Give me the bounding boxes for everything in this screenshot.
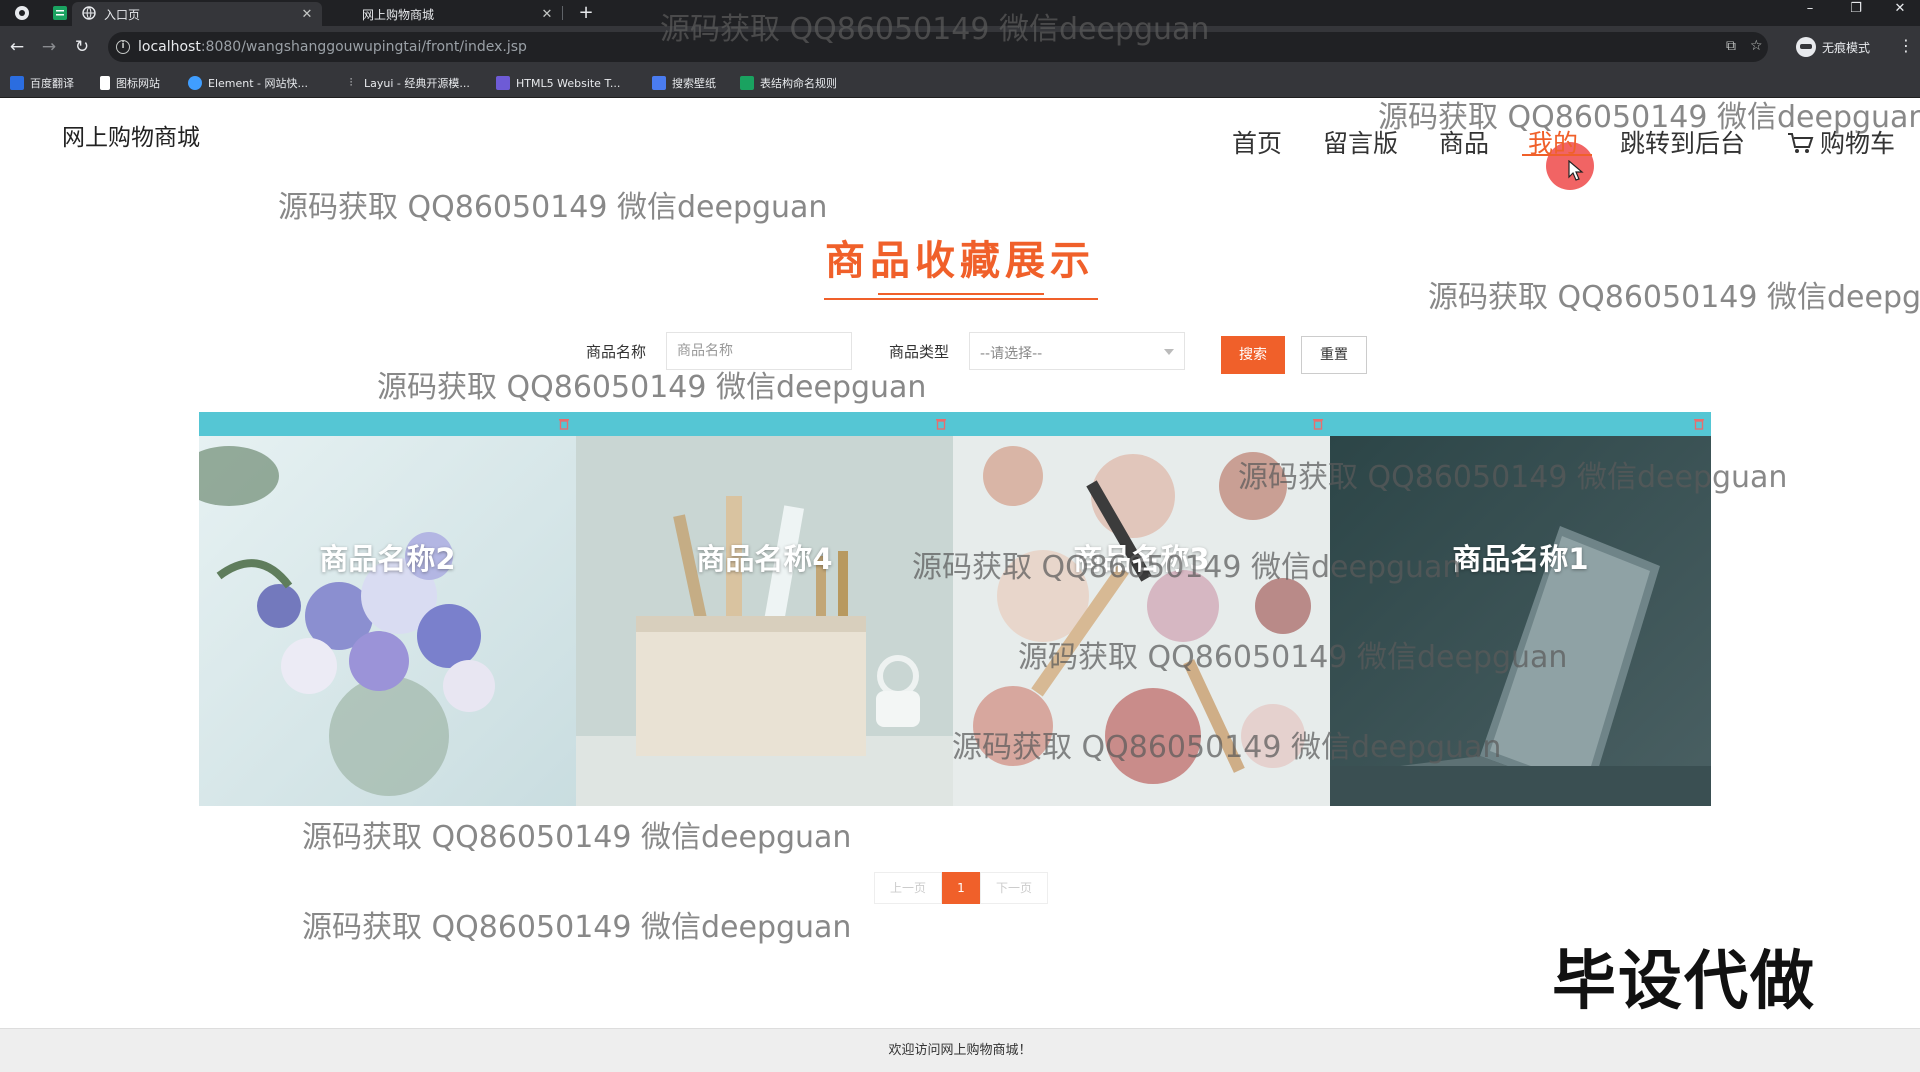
bookmark-item[interactable]: 搜索壁纸 bbox=[652, 75, 716, 91]
flag-icon bbox=[100, 76, 110, 90]
restore-button[interactable]: ❐ bbox=[1836, 0, 1876, 20]
incognito-icon bbox=[1796, 37, 1816, 57]
page-number-button[interactable]: 1 bbox=[942, 872, 980, 904]
minimize-button[interactable]: – bbox=[1790, 0, 1830, 20]
wallpaper-icon bbox=[652, 76, 666, 90]
info-icon[interactable]: i bbox=[116, 40, 130, 54]
tab-separator bbox=[562, 6, 563, 20]
card-header-bar bbox=[1330, 412, 1711, 436]
watermark: 源码获取 QQ86050149 微信deepguan bbox=[1018, 640, 1568, 675]
bookmark-item[interactable]: 图标网站 bbox=[100, 75, 160, 91]
title-underline-inner bbox=[878, 293, 1044, 295]
nav-home[interactable]: 首页 bbox=[1232, 124, 1282, 160]
promo-text: 毕设代做 bbox=[1552, 945, 1816, 1019]
trash-icon[interactable] bbox=[1312, 417, 1324, 430]
next-page-button[interactable]: 下一页 bbox=[980, 872, 1048, 904]
product-name[interactable]: 商品名称4 bbox=[576, 536, 953, 578]
watermark: 源码获取 QQ86050149 微信deepguan bbox=[377, 370, 927, 405]
watermark: 源码获取 QQ86050149 微信deepguan bbox=[278, 190, 828, 225]
type-select[interactable]: --请选择-- bbox=[969, 332, 1185, 370]
bookmark-label: Layui - 经典开源模... bbox=[364, 77, 470, 90]
bookmark-label: 搜索壁纸 bbox=[672, 77, 716, 90]
bookmark-item[interactable]: ⫶ Layui - 经典开源模... bbox=[344, 75, 470, 91]
watermark: 源码获取 QQ86050149 微信deepguan bbox=[302, 910, 852, 945]
bookmark-item[interactable]: 表结构命名规则 bbox=[740, 75, 837, 91]
screen: 入口页 ✕ 网上购物商城 ✕ + – ❐ ✕ ← → ↻ i localhost… bbox=[0, 0, 1920, 1072]
watermark: 源码获取 QQ86050149 微信deepguan bbox=[660, 12, 1210, 47]
bookmark-item[interactable]: Element - 网站快... bbox=[188, 75, 308, 91]
product-card[interactable]: 商品名称2 bbox=[199, 412, 576, 806]
prev-page-button[interactable]: 上一页 bbox=[874, 872, 942, 904]
type-select-value: --请选择-- bbox=[980, 346, 1043, 362]
more-menu-icon[interactable]: ⋮ bbox=[1898, 36, 1914, 55]
bookmark-label: HTML5 Website T... bbox=[516, 76, 621, 90]
watermark: 源码获取 QQ86050149 微信deepguan bbox=[302, 820, 852, 855]
close-icon[interactable]: ✕ bbox=[298, 7, 316, 22]
trash-icon[interactable] bbox=[558, 417, 570, 430]
type-filter-label: 商品类型 bbox=[889, 343, 950, 361]
incognito-indicator[interactable]: 无痕模式 bbox=[1796, 36, 1870, 58]
watermark: 源码获取 QQ86050149 微信deepguan bbox=[912, 550, 1462, 585]
chevron-down-icon bbox=[1164, 349, 1174, 355]
translate-bookmark-icon bbox=[10, 76, 24, 90]
bookmark-label: 百度翻译 bbox=[30, 77, 74, 90]
chrome-menu-icon[interactable] bbox=[8, 2, 36, 24]
tab-title: 入口页 bbox=[104, 7, 141, 22]
incognito-label: 无痕模式 bbox=[1822, 40, 1871, 55]
product-image-flowers[interactable] bbox=[199, 436, 576, 806]
star-icon[interactable]: ☆ bbox=[1750, 38, 1763, 54]
bookmark-label: 表结构命名规则 bbox=[760, 77, 837, 90]
title-underline-outer bbox=[824, 298, 1098, 300]
bookmark-label: Element - 网站快... bbox=[208, 77, 308, 90]
watermark: 源码获取 QQ86050149 微信deepguan bbox=[1428, 280, 1920, 315]
product-card[interactable]: 商品名称4 bbox=[576, 412, 953, 806]
close-window-button[interactable]: ✕ bbox=[1880, 0, 1920, 20]
url-path: :8080/wangshanggouwupingtai/front/index.… bbox=[200, 39, 527, 55]
pinned-tab-icon[interactable] bbox=[46, 2, 74, 24]
forward-icon[interactable]: → bbox=[38, 36, 60, 58]
bookmark-label: 图标网站 bbox=[116, 77, 160, 90]
trash-icon[interactable] bbox=[935, 417, 947, 430]
element-icon bbox=[188, 76, 202, 90]
nav-active-underline bbox=[1522, 154, 1592, 156]
product-name[interactable]: 商品名称2 bbox=[199, 536, 576, 578]
card-header-bar bbox=[199, 412, 576, 436]
close-icon[interactable]: ✕ bbox=[538, 7, 556, 22]
tab-shop[interactable]: 网上购物商城 ✕ bbox=[330, 2, 562, 26]
card-header-bar bbox=[953, 412, 1330, 436]
tab-entry[interactable]: 入口页 ✕ bbox=[72, 2, 322, 26]
watermark: 源码获取 QQ86050149 微信deepguan bbox=[952, 730, 1502, 765]
new-tab-button[interactable]: + bbox=[574, 2, 598, 24]
url-host: localhost bbox=[138, 39, 201, 55]
page-icon bbox=[342, 8, 354, 20]
reload-icon[interactable]: ↻ bbox=[71, 36, 93, 58]
mouse-cursor-icon bbox=[1568, 160, 1584, 181]
layui-icon: ⫶ bbox=[349, 76, 353, 89]
footer-text: 欢迎访问网上购物商城！ bbox=[888, 1043, 1032, 1058]
reset-button[interactable]: 重置 bbox=[1301, 336, 1367, 374]
card-header-bar bbox=[576, 412, 953, 436]
bookmark-item[interactable]: HTML5 Website T... bbox=[496, 75, 620, 91]
name-filter-label: 商品名称 bbox=[586, 343, 647, 361]
html5-icon bbox=[496, 76, 510, 90]
watermark: 源码获取 QQ86050149 微信deepguan bbox=[1238, 460, 1788, 495]
footer: 欢迎访问网上购物商城！ bbox=[0, 1028, 1920, 1072]
globe-icon bbox=[82, 5, 96, 23]
tab-title: 网上购物商城 bbox=[362, 7, 435, 22]
product-image-brushes[interactable] bbox=[576, 436, 953, 806]
trash-icon[interactable] bbox=[1693, 417, 1705, 430]
search-button[interactable]: 搜索 bbox=[1221, 336, 1285, 374]
translate-icon[interactable]: ⧉ bbox=[1726, 38, 1736, 54]
sheet-icon bbox=[740, 76, 754, 90]
site-title[interactable]: 网上购物商城 bbox=[62, 118, 200, 152]
bookmark-item[interactable]: 百度翻译 bbox=[10, 75, 74, 91]
watermark: 源码获取 QQ86050149 微信deepguan bbox=[1378, 100, 1920, 135]
back-icon[interactable]: ← bbox=[6, 36, 28, 58]
